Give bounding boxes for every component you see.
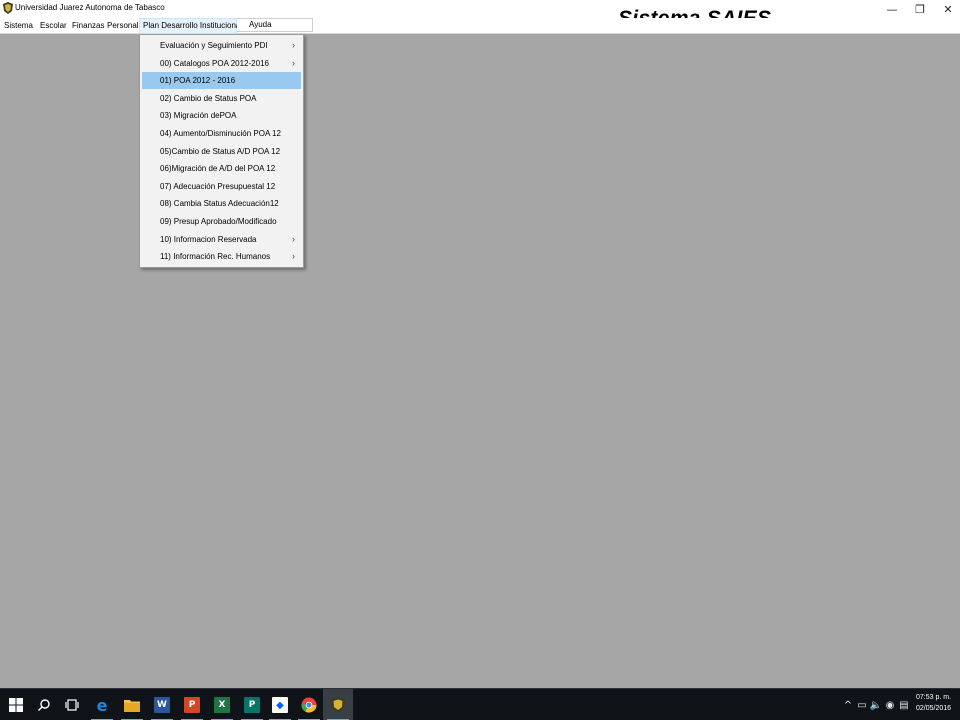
action-center-icon[interactable]: ▤	[897, 689, 911, 720]
search-icon	[38, 699, 50, 711]
taskbar-word[interactable]: W	[147, 689, 177, 720]
window-title-bar: Universidad Juarez Autonoma de Tabasco S…	[0, 0, 960, 30]
excel-icon: X	[214, 697, 230, 713]
dropdown-item-label: 07) Adecuación Presupuestal 12	[160, 181, 276, 191]
dropdown-item-informacion-rec-humanos[interactable]: 11) Información Rec. Humanos ›	[142, 248, 301, 265]
dropdown-item-label: 01) POA 2012 - 2016	[160, 76, 236, 86]
task-view-icon	[65, 699, 79, 711]
dropdown-item-cambio-status-poa[interactable]: 02) Cambio de Status POA	[142, 90, 301, 107]
edge-icon: e	[96, 695, 108, 715]
taskbar-publisher[interactable]: P	[237, 689, 267, 720]
volume-icon[interactable]: 🔈	[869, 689, 883, 720]
dropdown-item-label: 10) Informacion Reservada	[160, 234, 257, 244]
dropdown-item-cambio-status-ad[interactable]: 05)Cambio de Status A/D POA 12	[142, 143, 301, 160]
dropdown-item-label: 02) Cambio de Status POA	[160, 93, 257, 103]
taskbar-clock[interactable]: 07:53 p. m. 02/05/2016	[916, 692, 960, 714]
taskbar-chrome[interactable]	[294, 689, 324, 720]
taskbar: e W P X P ◆ ^ ▭ 🔈 ◉ ▤ 07:53 p. m. 02/05/…	[0, 688, 960, 720]
windows-start-icon	[9, 698, 23, 712]
search-button[interactable]	[29, 689, 59, 720]
taskbar-excel[interactable]: X	[207, 689, 237, 720]
submenu-arrow-icon: ›	[292, 251, 295, 262]
submenu-arrow-icon: ›	[292, 40, 295, 50]
taskbar-saies-app[interactable]	[323, 689, 353, 720]
dropdown-item-label: 04) Aumento/Disminución POA 12	[160, 129, 281, 138]
chrome-icon	[301, 697, 317, 713]
university-logo-icon	[3, 2, 13, 14]
menu-ayuda-label[interactable]: Ayuda	[246, 18, 275, 32]
dropdown-item-evaluacion-seguimiento[interactable]: Evaluación y Seguimiento PDI ›	[142, 37, 301, 54]
start-button[interactable]	[1, 689, 31, 720]
publisher-icon: P	[244, 697, 260, 713]
tray-overflow-icon[interactable]: ^	[842, 689, 854, 720]
saies-app-icon	[331, 697, 345, 713]
menu-bar: Sistema Escolar Finanzas Personal Plan D…	[0, 18, 960, 34]
dropdown-item-label: 08) Cambia Status Adecuación12	[160, 199, 279, 209]
dropdown-item-label: 09) Presup Aprobado/Modificado	[160, 217, 277, 226]
dropdown-item-migracion-ad[interactable]: 06)Migración de A/D del POA 12	[142, 160, 301, 177]
clock-date: 02/05/2016	[916, 705, 952, 712]
dropdown-item-migracion-poa[interactable]: 03) Migración dePOA	[142, 107, 301, 124]
task-view-button[interactable]	[57, 689, 87, 720]
dropdown-item-cambia-status-adecuacion[interactable]: 08) Cambia Status Adecuación12	[142, 195, 301, 212]
dropdown-item-label: 06)Migración de A/D del POA 12	[160, 164, 276, 174]
network-icon[interactable]: ▭	[855, 689, 869, 720]
menu-finanzas[interactable]: Finanzas	[69, 18, 107, 34]
taskbar-powerpoint[interactable]: P	[177, 689, 207, 720]
taskbar-edge[interactable]: e	[87, 689, 117, 720]
tray-app-icon[interactable]: ◉	[883, 689, 897, 720]
dropdown-item-adecuacion-presupuestal[interactable]: 07) Adecuación Presupuestal 12	[142, 178, 301, 195]
dropdown-item-aumento-disminucion[interactable]: 04) Aumento/Disminución POA 12	[142, 125, 301, 142]
menu-personal[interactable]: Personal	[104, 18, 142, 34]
menu-sistema[interactable]: Sistema	[1, 18, 36, 34]
dropbox-icon: ◆	[272, 697, 288, 713]
dropdown-item-catalogos-poa[interactable]: 00) Catalogos POA 2012-2016 ›	[142, 55, 301, 72]
dropdown-item-label: 03) Migración dePOA	[160, 111, 237, 121]
dropdown-item-poa-2012-2016[interactable]: 01) POA 2012 - 2016	[142, 72, 301, 90]
close-button[interactable]: ✕	[935, 0, 960, 18]
word-icon: W	[154, 697, 170, 713]
minimize-button[interactable]: —	[879, 0, 905, 18]
window-title: Universidad Juarez Autonoma de Tabasco	[15, 3, 165, 12]
file-explorer-icon	[124, 700, 140, 712]
dropdown-item-informacion-reservada[interactable]: 10) Informacion Reservada ›	[142, 231, 301, 248]
submenu-arrow-icon: ›	[292, 57, 295, 68]
dropdown-item-presup-aprobado[interactable]: 09) Presup Aprobado/Modificado	[142, 213, 301, 230]
dropdown-item-label: 11) Información Rec. Humanos	[160, 252, 271, 262]
submenu-arrow-icon: ›	[292, 233, 295, 244]
dropdown-item-label: 05)Cambio de Status A/D POA 12	[160, 146, 281, 156]
menu-plan-desarrollo-institucional[interactable]: Plan Desarrollo Institucional	[139, 18, 242, 34]
taskbar-dropbox[interactable]: ◆	[265, 689, 295, 720]
dropdown-item-label: Evaluación y Seguimiento PDI	[160, 41, 268, 50]
plan-desarrollo-dropdown: Evaluación y Seguimiento PDI › 00) Catal…	[139, 34, 304, 268]
powerpoint-icon: P	[184, 697, 200, 713]
taskbar-file-explorer[interactable]	[117, 689, 147, 720]
clock-time: 07:53 p. m.	[916, 694, 952, 701]
dropdown-item-label: 00) Catalogos POA 2012-2016	[160, 58, 269, 68]
menu-escolar[interactable]: Escolar	[37, 18, 70, 34]
restore-button[interactable]: ❐	[907, 0, 933, 18]
